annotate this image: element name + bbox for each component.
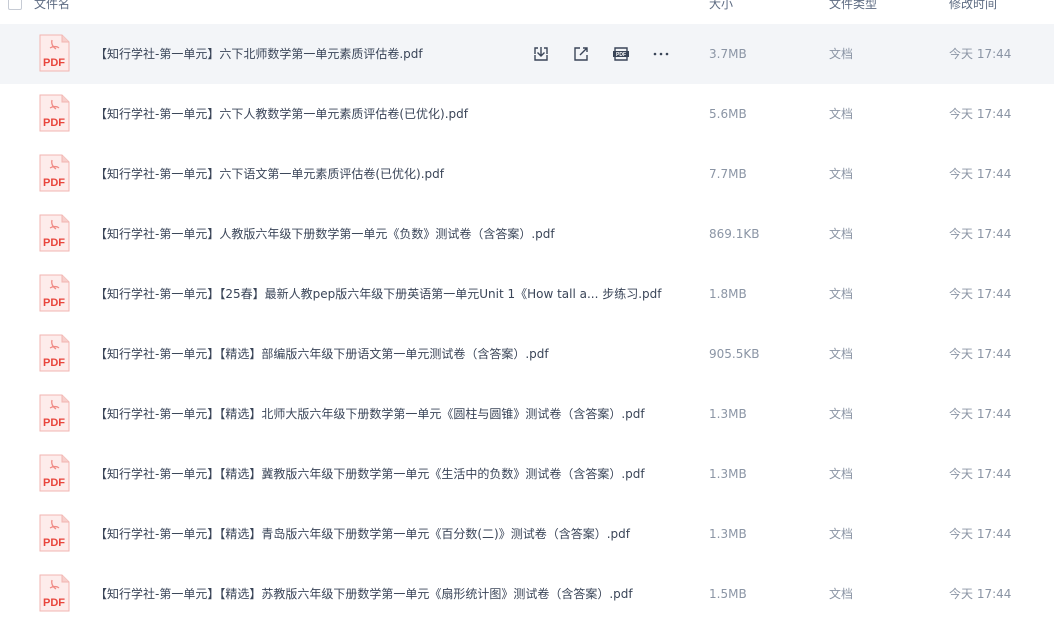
file-modified-time: 今天 17:44 — [949, 107, 1012, 121]
svg-text:PDF: PDF — [43, 237, 65, 249]
file-row[interactable]: PDF 【知行学社-第一单元】【精选】冀教版六年级下册数学第一单元《生活中的负数… — [0, 444, 1054, 504]
file-name[interactable]: 【知行学社-第一单元】六下语文第一单元素质评估卷(已优化).pdf — [95, 144, 444, 204]
file-modified-time: 今天 17:44 — [949, 167, 1012, 181]
file-modified-time: 今天 17:44 — [949, 287, 1012, 301]
svg-text:PDF: PDF — [43, 117, 65, 129]
file-size: 1.8MB — [709, 287, 747, 301]
pdf-tool-icon[interactable]: PDF — [610, 43, 632, 65]
pdf-file-icon: PDF — [39, 274, 70, 312]
pdf-file-icon: PDF — [39, 214, 70, 252]
file-row[interactable]: PDF 【知行学社-第一单元】【精选】北师大版六年级下册数学第一单元《圆柱与圆锥… — [0, 384, 1054, 444]
file-size: 1.3MB — [709, 467, 747, 481]
file-size: 1.3MB — [709, 407, 747, 421]
file-row[interactable]: PDF 【知行学社-第一单元】【精选】部编版六年级下册语文第一单元测试卷（含答案… — [0, 324, 1054, 384]
column-header-modified[interactable]: 修改时间 — [949, 0, 997, 12]
file-modified-time: 今天 17:44 — [949, 527, 1012, 541]
file-modified-time: 今天 17:44 — [949, 587, 1012, 601]
pdf-file-icon: PDF — [39, 94, 70, 132]
file-name[interactable]: 【知行学社-第一单元】【精选】冀教版六年级下册数学第一单元《生活中的负数》测试卷… — [95, 444, 645, 504]
svg-text:PDF: PDF — [43, 597, 65, 609]
file-type: 文档 — [829, 527, 854, 541]
file-type: 文档 — [829, 107, 854, 121]
svg-text:PDF: PDF — [43, 57, 65, 69]
file-name[interactable]: 【知行学社-第一单元】六下北师数学第一单元素质评估卷.pdf — [95, 24, 423, 84]
file-type: 文档 — [829, 287, 854, 301]
svg-text:PDF: PDF — [43, 537, 65, 549]
file-row[interactable]: PDF 【知行学社-第一单元】【精选】苏教版六年级下册数学第一单元《扇形统计图》… — [0, 564, 1054, 624]
file-size: 1.5MB — [709, 587, 747, 601]
pdf-file-icon: PDF — [39, 394, 70, 432]
file-size: 7.7MB — [709, 167, 747, 181]
svg-text:PDF: PDF — [43, 477, 65, 489]
svg-text:PDF: PDF — [43, 297, 65, 309]
pdf-file-icon: PDF — [39, 574, 70, 612]
file-type: 文档 — [829, 587, 854, 601]
file-name[interactable]: 【知行学社-第一单元】【精选】青岛版六年级下册数学第一单元《百分数(二)》测试卷… — [95, 504, 630, 564]
file-modified-time: 今天 17:44 — [949, 47, 1012, 61]
file-name[interactable]: 【知行学社-第一单元】六下人教数学第一单元素质评估卷(已优化).pdf — [95, 84, 468, 144]
file-list-header: 文件名 大小 文件类型 修改时间 — [0, 0, 1054, 14]
file-size: 5.6MB — [709, 107, 747, 121]
file-type: 文档 — [829, 167, 854, 181]
file-name[interactable]: 【知行学社-第一单元】人教版六年级下册数学第一单元《负数》测试卷（含答案）.pd… — [95, 204, 555, 264]
file-type: 文档 — [829, 407, 854, 421]
file-row[interactable]: PDF 【知行学社-第一单元】【25春】最新人教pep版六年级下册英语第一单元U… — [0, 264, 1054, 324]
file-size: 3.7MB — [709, 47, 747, 61]
file-modified-time: 今天 17:44 — [949, 467, 1012, 481]
file-name[interactable]: 【知行学社-第一单元】【精选】北师大版六年级下册数学第一单元《圆柱与圆锥》测试卷… — [95, 384, 645, 444]
svg-text:PDF: PDF — [43, 177, 65, 189]
share-icon[interactable] — [570, 43, 592, 65]
file-modified-time: 今天 17:44 — [949, 227, 1012, 241]
svg-text:PDF: PDF — [616, 52, 626, 58]
file-size: 905.5KB — [709, 347, 760, 361]
file-name[interactable]: 【知行学社-第一单元】【精选】部编版六年级下册语文第一单元测试卷（含答案）.pd… — [95, 324, 549, 384]
file-type: 文档 — [829, 347, 854, 361]
file-modified-time: 今天 17:44 — [949, 407, 1012, 421]
svg-text:PDF: PDF — [43, 357, 65, 369]
svg-text:PDF: PDF — [43, 417, 65, 429]
download-icon[interactable] — [530, 43, 552, 65]
file-size: 1.3MB — [709, 527, 747, 541]
more-icon[interactable] — [650, 43, 672, 65]
column-header-name[interactable]: 文件名 — [34, 0, 70, 12]
select-all-checkbox[interactable] — [8, 0, 22, 10]
file-row[interactable]: PDF 【知行学社-第一单元】六下人教数学第一单元素质评估卷(已优化).pdf … — [0, 84, 1054, 144]
file-row[interactable]: PDF 【知行学社-第一单元】人教版六年级下册数学第一单元《负数》测试卷（含答案… — [0, 204, 1054, 264]
pdf-file-icon: PDF — [39, 34, 70, 72]
pdf-file-icon: PDF — [39, 334, 70, 372]
file-name[interactable]: 【知行学社-第一单元】【精选】苏教版六年级下册数学第一单元《扇形统计图》测试卷（… — [95, 564, 633, 624]
file-size: 869.1KB — [709, 227, 760, 241]
file-name[interactable]: 【知行学社-第一单元】【25春】最新人教pep版六年级下册英语第一单元Unit … — [95, 264, 662, 324]
file-row[interactable]: PDF 【知行学社-第一单元】六下北师数学第一单元素质评估卷.pdf 3.7MB… — [0, 24, 1054, 84]
file-type: 文档 — [829, 227, 854, 241]
file-type: 文档 — [829, 47, 854, 61]
column-header-size[interactable]: 大小 — [709, 0, 733, 12]
file-row[interactable]: PDF 【知行学社-第一单元】【精选】青岛版六年级下册数学第一单元《百分数(二)… — [0, 504, 1054, 564]
column-header-type[interactable]: 文件类型 — [829, 0, 877, 12]
pdf-file-icon: PDF — [39, 514, 70, 552]
pdf-file-icon: PDF — [39, 454, 70, 492]
file-modified-time: 今天 17:44 — [949, 347, 1012, 361]
file-row[interactable]: PDF 【知行学社-第一单元】六下语文第一单元素质评估卷(已优化).pdf 7.… — [0, 144, 1054, 204]
file-list: PDF 【知行学社-第一单元】六下北师数学第一单元素质评估卷.pdf 3.7MB… — [0, 24, 1054, 624]
pdf-file-icon: PDF — [39, 154, 70, 192]
file-type: 文档 — [829, 467, 854, 481]
